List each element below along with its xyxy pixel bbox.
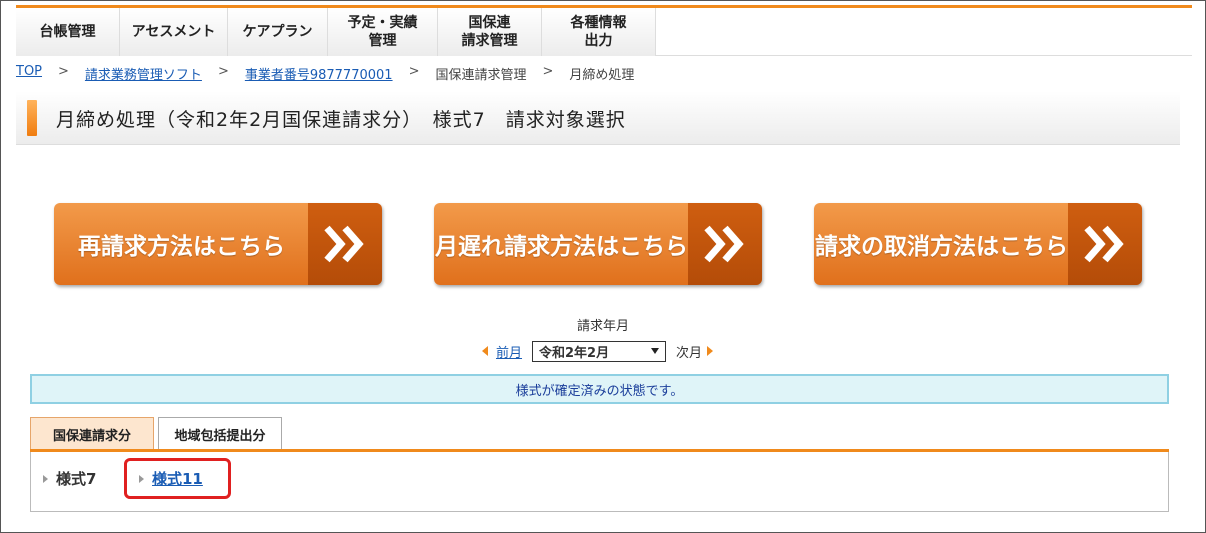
prev-arrow-icon — [482, 346, 488, 356]
breadcrumb-separator: > — [217, 64, 229, 79]
nav-ledger[interactable]: 台帳管理 — [16, 8, 120, 56]
next-arrow-icon — [707, 346, 714, 356]
breadcrumb-office-link[interactable]: 事業者番号9877770001 — [245, 64, 393, 83]
page-title: 月締め処理（令和2年2月国保連請求分） 様式7 請求対象選択 — [56, 109, 626, 131]
breadcrumb: TOP > 請求業務管理ソフト > 事業者番号9877770001 > 国保連請… — [16, 64, 634, 83]
breadcrumb-separator: > — [408, 64, 420, 79]
double-chevron-right-icon — [688, 203, 762, 285]
status-notice-text: 様式が確定済みの状態です。 — [515, 383, 684, 399]
cancel-bill-guide-button[interactable]: 請求の取消方法はこちら — [814, 203, 1142, 285]
breadcrumb-soft-link[interactable]: 請求業務管理ソフト — [85, 64, 202, 83]
form11-highlight — [124, 458, 231, 499]
bullet-icon — [43, 474, 48, 483]
main-nav: 台帳管理 アセスメント ケアプラン 予定・実績 管理 国保連 請求管理 各種情報… — [16, 8, 656, 56]
nav-spacer — [656, 8, 1192, 56]
status-notice: 様式が確定済みの状態です。 — [30, 374, 1169, 404]
rebill-guide-button[interactable]: 再請求方法はこちら — [54, 203, 382, 285]
tab-regional-submission[interactable]: 地域包括提出分 — [158, 417, 282, 450]
billing-month-selector: 前月 令和2年2月 次月 — [482, 340, 714, 362]
nav-info-output[interactable]: 各種情報 出力 — [542, 8, 656, 56]
form7-item: 様式7 — [43, 468, 96, 489]
nav-kokuho-billing[interactable]: 国保連 請求管理 — [438, 8, 542, 56]
double-chevron-right-icon — [1068, 203, 1142, 285]
billing-month-label: 請求年月 — [576, 319, 629, 334]
rebill-guide-label: 再請求方法はこちら — [78, 234, 285, 260]
nav-assessment[interactable]: アセスメント — [120, 8, 228, 56]
breadcrumb-top-link[interactable]: TOP — [16, 64, 42, 83]
nav-schedule[interactable]: 予定・実績 管理 — [328, 8, 438, 56]
breadcrumb-kokuho: 国保連請求管理 — [435, 68, 527, 83]
breadcrumb-separator: > — [58, 64, 69, 79]
breadcrumb-current: 月締め処理 — [569, 68, 635, 83]
form7-label: 様式7 — [56, 470, 97, 488]
nav-careplan[interactable]: ケアプラン — [228, 8, 328, 56]
tab-kokuho-billing[interactable]: 国保連請求分 — [30, 417, 154, 450]
billing-month-select[interactable]: 令和2年2月 — [532, 340, 667, 362]
title-marker — [27, 100, 37, 136]
page-title-bar: 月締め処理（令和2年2月国保連請求分） 様式7 請求対象選択 — [16, 91, 1180, 145]
prev-month-link[interactable]: 前月 — [496, 342, 522, 361]
breadcrumb-separator: > — [542, 64, 554, 79]
next-month-text: 次月 — [676, 345, 703, 361]
cancel-bill-guide-label: 請求の取消方法はこちら — [815, 234, 1068, 260]
chevron-down-icon — [651, 347, 660, 354]
late-bill-guide-label: 月遅れ請求方法はこちら — [435, 234, 688, 260]
late-bill-guide-button[interactable]: 月遅れ請求方法はこちら — [434, 203, 762, 285]
double-chevron-right-icon — [308, 203, 382, 285]
billing-month-value: 令和2年2月 — [539, 345, 610, 361]
